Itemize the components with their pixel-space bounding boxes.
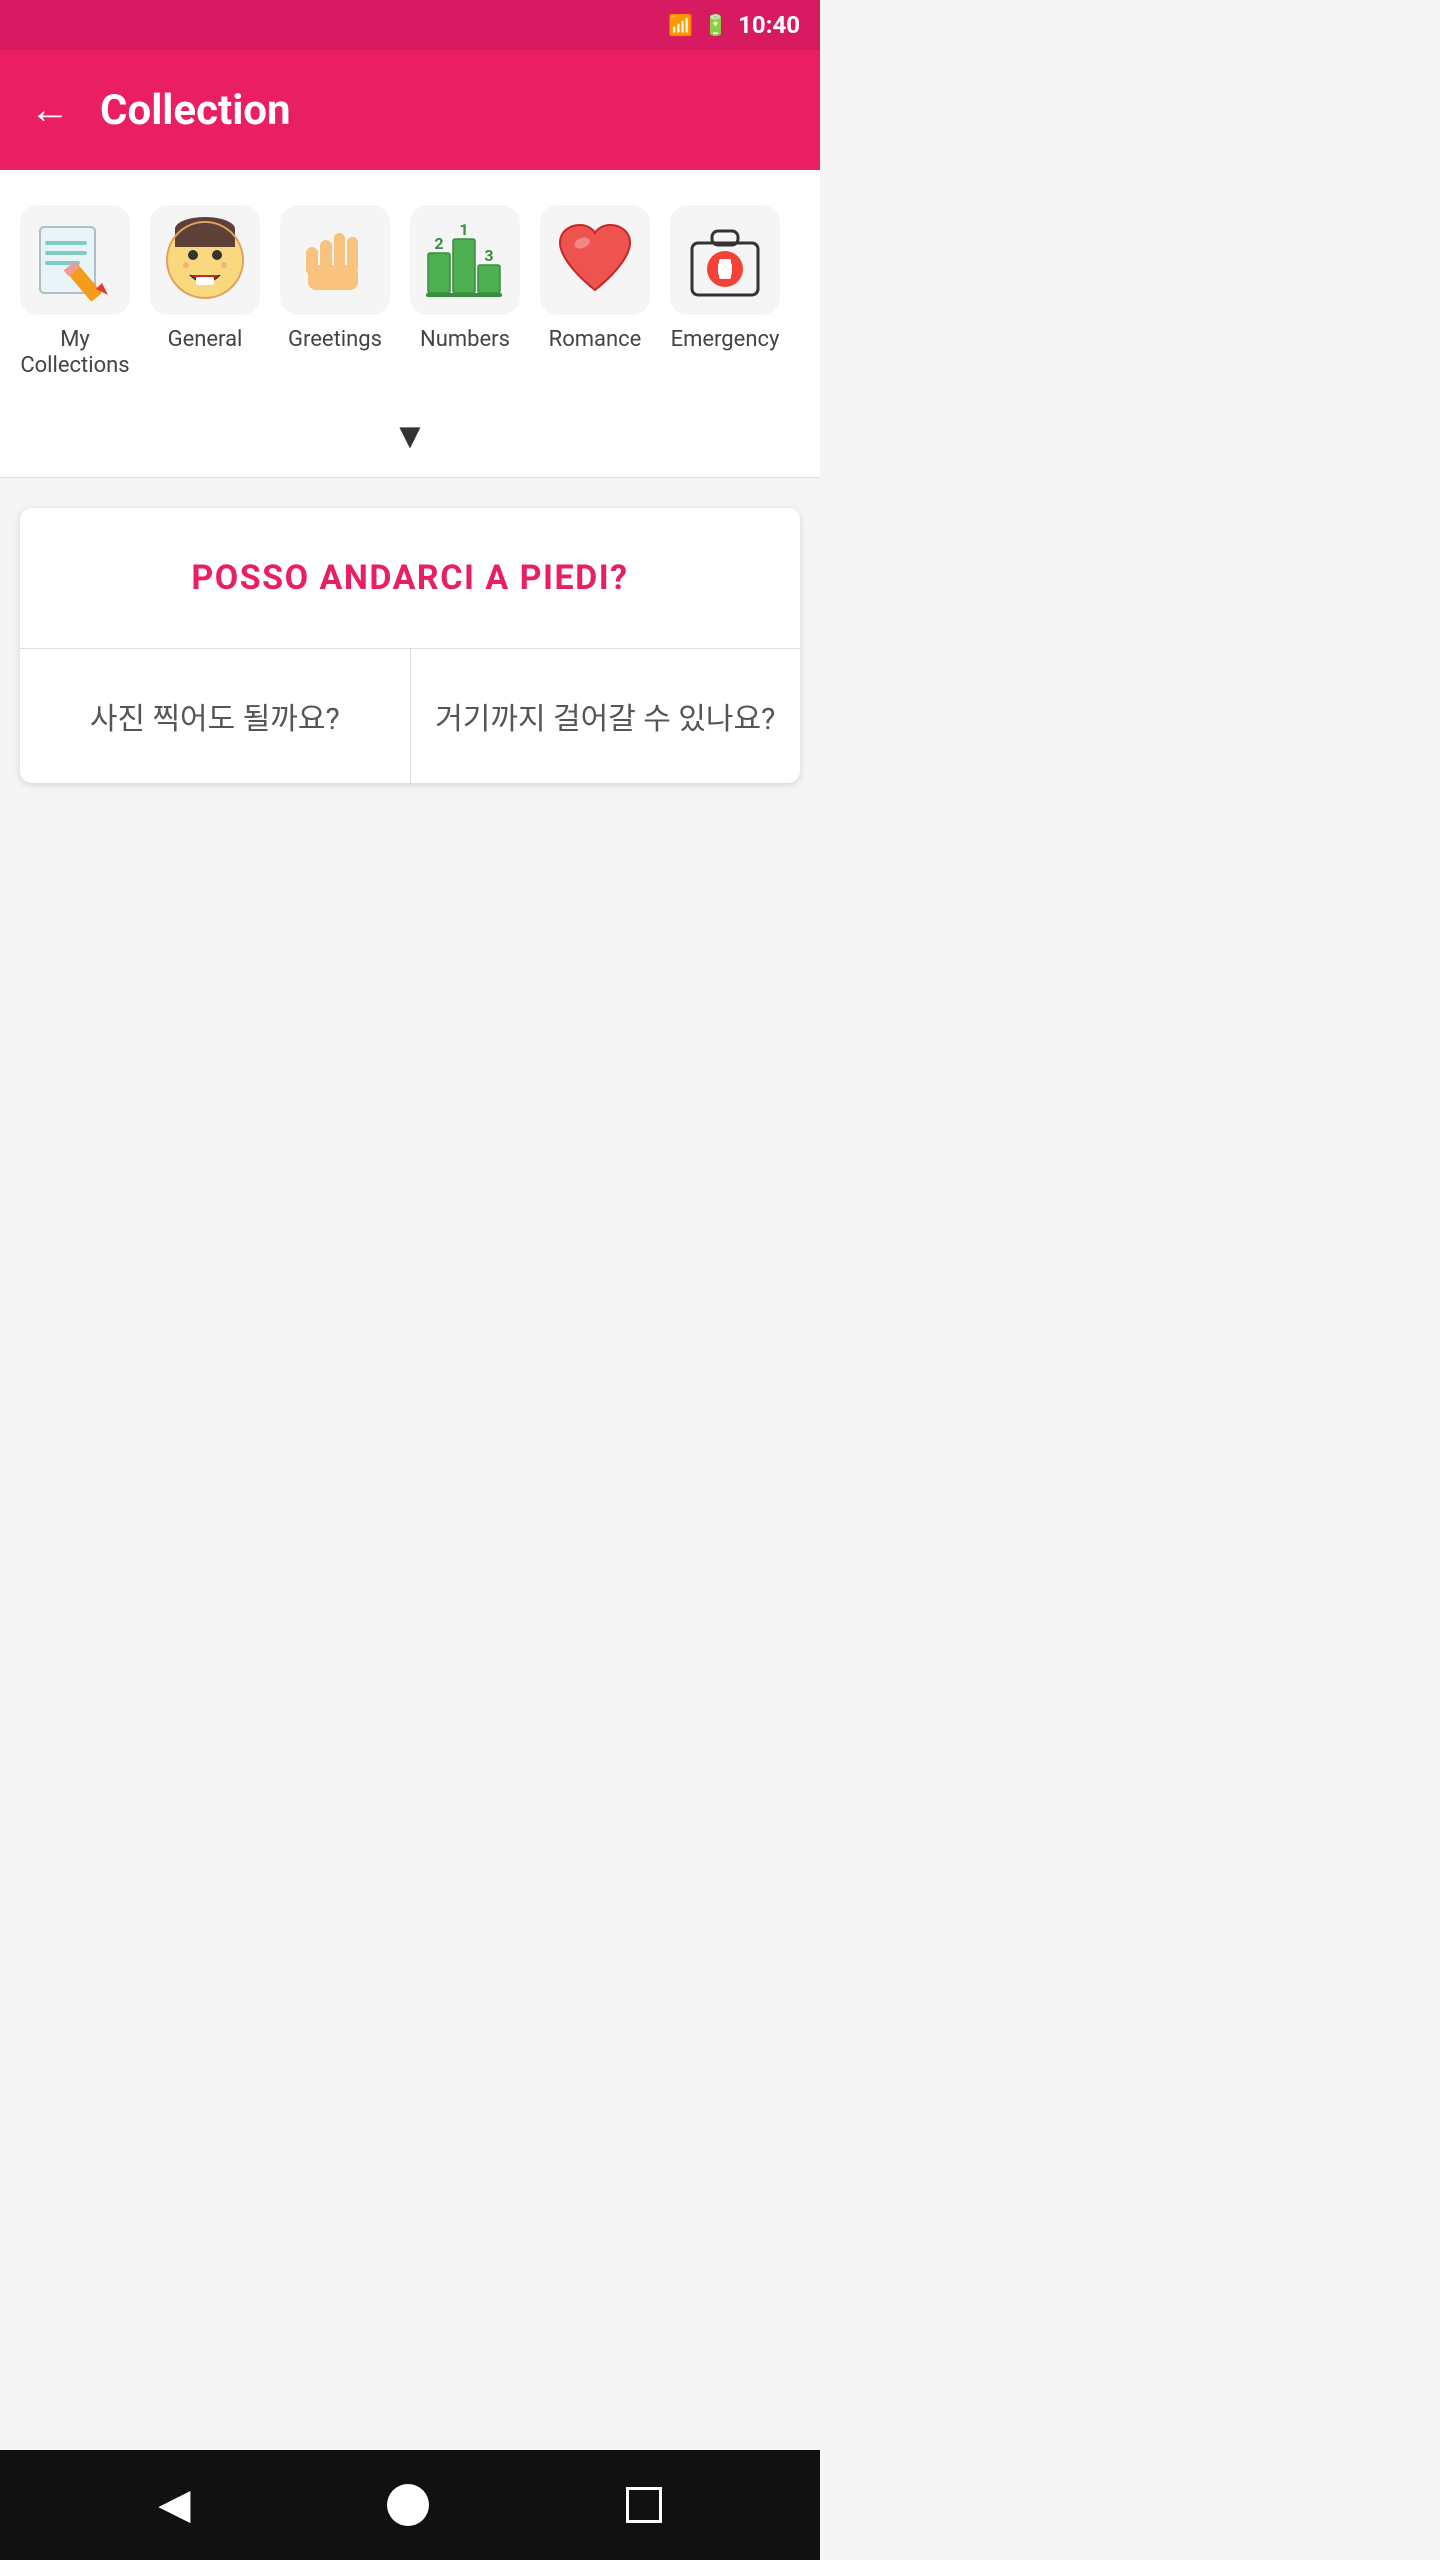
back-button[interactable]: ← bbox=[30, 90, 70, 130]
emergency-label: Emergency bbox=[671, 327, 780, 353]
card-answer-2[interactable]: 거기까지 걸어갈 수 있나요? bbox=[411, 649, 801, 783]
numbers-label: Numbers bbox=[420, 327, 510, 353]
romance-icon-wrap bbox=[540, 205, 650, 315]
svg-text:2: 2 bbox=[434, 234, 443, 253]
category-item-emergency[interactable]: Emergency bbox=[660, 200, 790, 358]
general-label: General bbox=[168, 327, 243, 353]
romance-label: Romance bbox=[549, 327, 642, 353]
emergency-icon-wrap bbox=[670, 205, 780, 315]
status-bar: 📶 🔋 10:40 bbox=[0, 0, 820, 50]
chevron-row[interactable]: ▼ bbox=[0, 405, 820, 478]
category-item-general[interactable]: General bbox=[140, 200, 270, 358]
nav-home-button[interactable] bbox=[387, 2484, 429, 2526]
card-answer-1[interactable]: 사진 찍어도 될까요? bbox=[20, 649, 411, 783]
card-answers: 사진 찍어도 될까요? 거기까지 걸어갈 수 있나요? bbox=[20, 649, 800, 783]
nav-recents-button[interactable] bbox=[626, 2487, 662, 2523]
romance-icon bbox=[550, 215, 640, 305]
greetings-label: Greetings bbox=[288, 327, 382, 353]
svg-text:3: 3 bbox=[484, 246, 493, 265]
general-icon-wrap bbox=[150, 205, 260, 315]
category-item-greetings[interactable]: Greetings bbox=[270, 200, 400, 358]
nav-back-button[interactable]: ◀ bbox=[158, 2484, 190, 2526]
card-question: POSSO ANDARCI A PIEDI? bbox=[20, 508, 800, 649]
numbers-icon: 2 1 3 bbox=[420, 215, 510, 305]
card-question-text: POSSO ANDARCI A PIEDI? bbox=[191, 558, 628, 598]
category-item-numbers[interactable]: 2 1 3 Numbers bbox=[400, 200, 530, 358]
app-bar: ← Collection bbox=[0, 50, 820, 170]
svg-text:1: 1 bbox=[459, 220, 468, 239]
nav-bar: ◀ bbox=[0, 2450, 820, 2560]
greetings-icon bbox=[290, 215, 380, 305]
category-item-romance[interactable]: Romance bbox=[530, 200, 660, 358]
network-icon: 📶 bbox=[668, 13, 693, 37]
my-collections-icon-wrap bbox=[20, 205, 130, 315]
greetings-icon-wrap bbox=[280, 205, 390, 315]
numbers-icon-wrap: 2 1 3 bbox=[410, 205, 520, 315]
category-section: My Collections bbox=[0, 170, 820, 405]
app-bar-title: Collection bbox=[100, 86, 291, 135]
flash-card: POSSO ANDARCI A PIEDI? 사진 찍어도 될까요? 거기까지 … bbox=[20, 508, 800, 783]
status-time: 10:40 bbox=[738, 11, 800, 39]
my-collections-label: My Collections bbox=[15, 327, 135, 380]
emergency-icon bbox=[680, 215, 770, 305]
category-row: My Collections bbox=[10, 200, 810, 385]
general-icon bbox=[160, 215, 250, 305]
category-item-my-collections[interactable]: My Collections bbox=[10, 200, 140, 385]
battery-icon: 🔋 bbox=[703, 13, 728, 37]
my-collections-icon bbox=[30, 215, 120, 305]
expand-chevron-icon[interactable]: ▼ bbox=[392, 415, 428, 457]
